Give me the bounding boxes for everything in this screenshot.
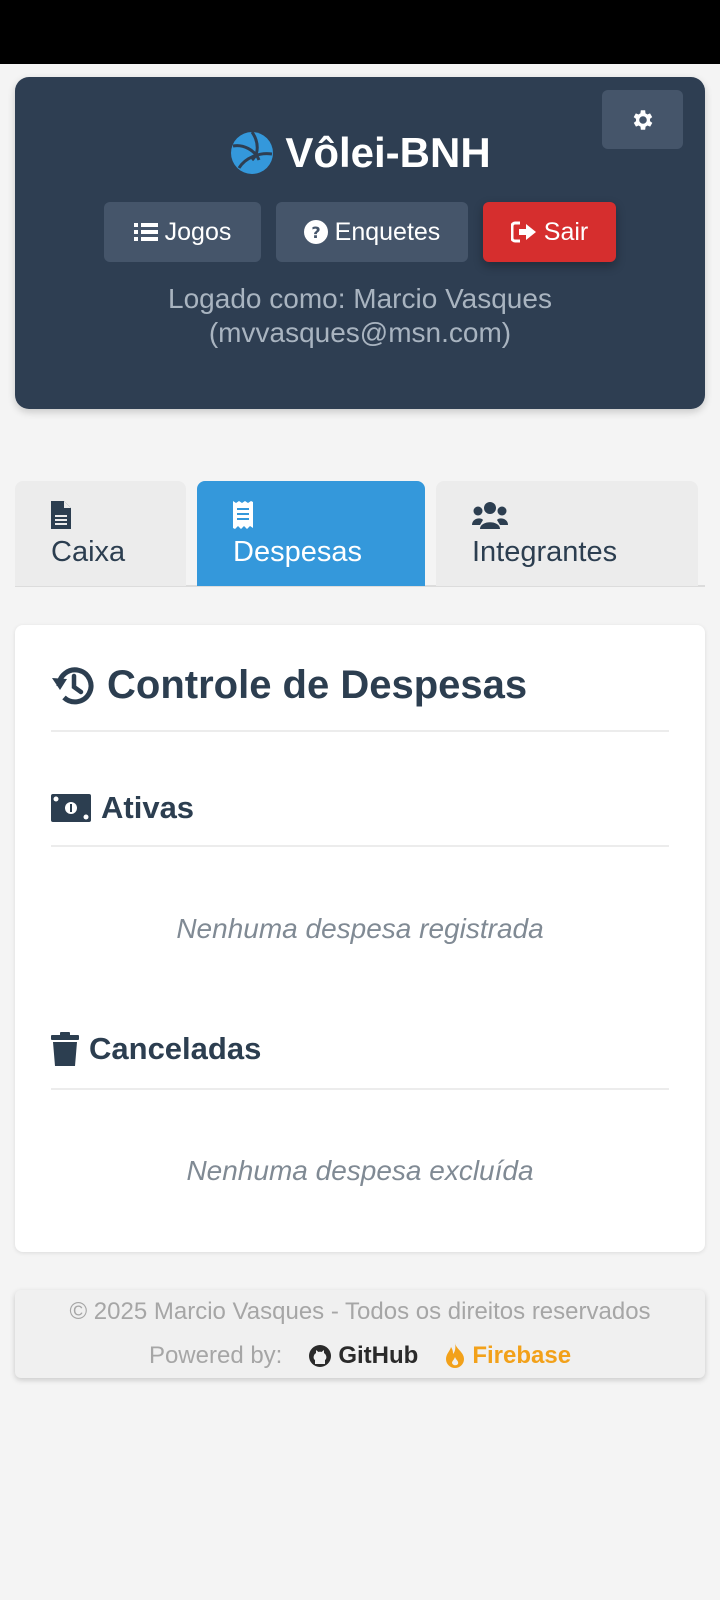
- tab-caixa[interactable]: Caixa: [15, 481, 186, 586]
- question-circle-icon: ?: [303, 220, 328, 244]
- nav-buttons: Jogos ? Enquetes Sair: [15, 202, 705, 262]
- app-title: Vôlei-BNH: [285, 129, 491, 176]
- ativas-empty-message: Nenhuma despesa registrada: [176, 913, 544, 944]
- enquetes-label: Enquetes: [334, 217, 441, 246]
- tab-despesas[interactable]: Despesas: [197, 481, 425, 586]
- enquetes-button[interactable]: ? Enquetes: [276, 202, 468, 262]
- svg-text:?: ?: [311, 223, 320, 242]
- canceladas-divider: [51, 1088, 669, 1090]
- firebase-link[interactable]: Firebase: [444, 1342, 571, 1370]
- sair-label: Sair: [543, 217, 589, 246]
- receipt-icon: [233, 501, 253, 529]
- powered-by-row: Powered by: GitHub Firebase: [15, 1342, 705, 1370]
- jogos-label: Jogos: [164, 217, 232, 246]
- footer: © 2025 Marcio Vasques - Todos os direito…: [15, 1290, 705, 1378]
- app-title-row: Vôlei-BNH: [15, 129, 705, 177]
- canceladas-empty-message: Nenhuma despesa excluída: [186, 1155, 534, 1186]
- card-title-row: Controle de Despesas: [51, 663, 527, 708]
- file-icon: [51, 501, 71, 529]
- section-canceladas: Canceladas: [51, 1031, 261, 1067]
- section-ativas: Ativas: [51, 790, 194, 826]
- github-link[interactable]: GitHub: [308, 1342, 418, 1370]
- sign-out-icon: [510, 221, 536, 243]
- trash-icon: [51, 1032, 79, 1066]
- logged-user-line: Logado como: Marcio Vasques: [168, 283, 552, 314]
- github-label: GitHub: [338, 1342, 419, 1369]
- money-icon: [51, 794, 91, 822]
- tab-integrantes[interactable]: Integrantes: [436, 481, 698, 586]
- github-icon: [309, 1345, 332, 1367]
- logged-email-line: (mvvasques@msn.com): [208, 317, 512, 348]
- section-ativas-title: Ativas: [101, 790, 195, 825]
- fire-icon: [446, 1343, 465, 1368]
- tab-caixa-label: Caixa: [51, 536, 126, 568]
- status-bar: [0, 0, 720, 64]
- history-icon: [52, 666, 94, 704]
- ativas-divider: [51, 845, 669, 847]
- title-divider: [51, 730, 669, 732]
- sair-button[interactable]: Sair: [483, 202, 616, 262]
- tab-despesas-label: Despesas: [233, 536, 362, 568]
- list-icon: [133, 223, 158, 241]
- section-canceladas-title: Canceladas: [89, 1031, 262, 1066]
- logged-user-info: Logado como: Marcio Vasques (mvvasques@m…: [15, 282, 705, 350]
- copyright-text: © 2025 Marcio Vasques - Todos os direito…: [69, 1298, 651, 1325]
- card-title: Controle de Despesas: [107, 663, 528, 707]
- section-tabs: Caixa Despesas Integrantes: [15, 481, 705, 587]
- powered-by-label: Powered by:: [148, 1342, 283, 1369]
- jogos-button[interactable]: Jogos: [104, 202, 261, 262]
- firebase-label: Firebase: [472, 1342, 572, 1369]
- app-header: Vôlei-BNH Jogos ? Enquetes Sair Logado c…: [15, 77, 705, 409]
- volleyball-icon: [231, 131, 274, 174]
- expenses-card: Controle de Despesas Ativas Nenhuma desp…: [15, 625, 705, 1252]
- users-icon: [472, 502, 508, 529]
- tab-integrantes-label: Integrantes: [472, 536, 618, 568]
